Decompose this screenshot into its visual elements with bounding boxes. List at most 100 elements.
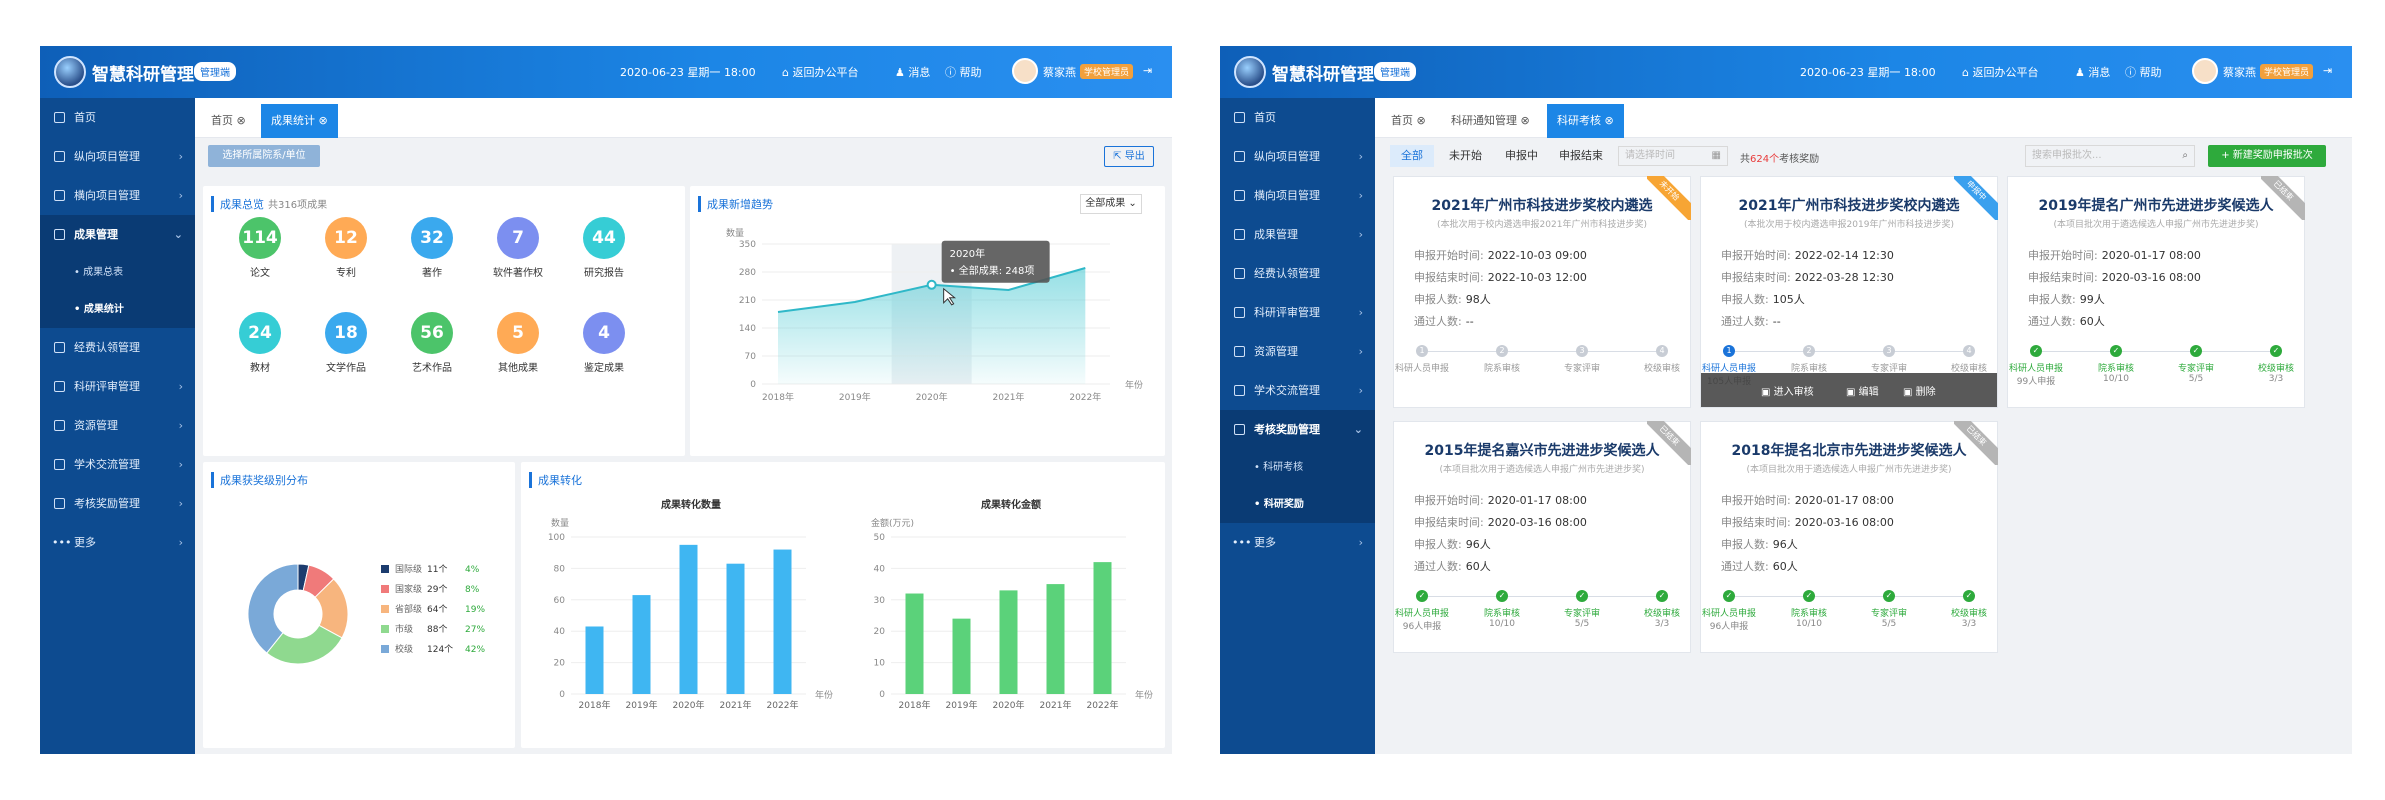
sidebar-item-vertical[interactable]: 纵向项目管理 › xyxy=(1220,137,1375,176)
overview-label: 鉴定成果 xyxy=(584,363,624,374)
sidebar-subitem-award[interactable]: • 科研奖励 xyxy=(1220,486,1375,523)
x-tick-label: 2021年 xyxy=(720,699,752,711)
help-button[interactable]: ⓘ 帮助 xyxy=(2125,64,2162,80)
sidebar-subitem-summary[interactable]: • 成果总表 xyxy=(40,254,195,291)
logout-icon[interactable]: ⇥ xyxy=(1143,64,1152,77)
tab-review[interactable]: 科研考核 ⊗ xyxy=(1547,104,1624,138)
sidebar-item-vertical[interactable]: 纵向项目管理 › xyxy=(40,137,195,176)
legend-pct: 4% xyxy=(465,565,480,575)
edit-button[interactable]: ▣ 编辑 xyxy=(1846,383,1879,398)
user-name: 蔡家燕 xyxy=(1043,66,1076,79)
sidebar-item-resources[interactable]: 资源管理 › xyxy=(1220,332,1375,371)
close-icon[interactable]: ⊗ xyxy=(1605,114,1614,127)
more-icon: ••• xyxy=(52,536,72,549)
sidebar-item-assessment[interactable]: 考核奖励管理 ⌄ xyxy=(1220,410,1375,449)
close-icon[interactable]: ⊗ xyxy=(1521,114,1530,127)
time-picker[interactable]: 请选择时间 ▦ xyxy=(1618,146,1728,166)
delete-button[interactable]: ▣ 删除 xyxy=(1903,383,1936,398)
top-header: 智慧科研管理 管理端 2020-06-23 星期一 18:00 ⌂ 返回办公平台… xyxy=(40,46,1172,98)
overview-count-circle[interactable]: 4 xyxy=(583,312,625,354)
award-batch-card[interactable]: 未开始 2021年广州市科技进步奖校内遴选 (本批次用于校内遴选申报2021年广州市… xyxy=(1393,176,1691,408)
messages-button[interactable]: ♟ 消息 xyxy=(2075,64,2110,80)
sidebar-item-horizontal[interactable]: 横向项目管理 › xyxy=(1220,176,1375,215)
sidebar-item-academic[interactable]: 学术交流管理 › xyxy=(1220,371,1375,410)
card-field-applicants: 申报人数: 99人 xyxy=(2028,291,2105,307)
card-field-passed: 通过人数: 60人 xyxy=(2028,313,2105,329)
avatar[interactable] xyxy=(2192,58,2218,84)
trophy-icon xyxy=(54,229,65,240)
legend-name: 省部级 xyxy=(395,603,422,615)
overview-count-circle[interactable]: 44 xyxy=(583,217,625,259)
card-title: 2021年广州市科技进步奖校内遴选 xyxy=(1738,198,1960,214)
sidebar-subitem-assessment[interactable]: • 科研考核 xyxy=(1220,449,1375,486)
return-link[interactable]: ⌂ 返回办公平台 xyxy=(782,64,858,80)
field-label: 通过人数: xyxy=(1721,315,1769,328)
overview-count-circle[interactable]: 7 xyxy=(497,217,539,259)
vip-badge: 学校管理员 xyxy=(2260,64,2314,79)
filter-not-started[interactable]: 未开始 xyxy=(1438,145,1493,167)
x-tick-label: 2019年 xyxy=(839,391,871,403)
step-label: 科研人员申报 xyxy=(1394,609,1449,619)
filter-applying[interactable]: 申报中 xyxy=(1494,145,1549,167)
logout-icon[interactable]: ⇥ xyxy=(2323,64,2332,77)
return-link[interactable]: ⌂ 返回办公平台 xyxy=(1962,64,2038,80)
step-dot: 1 xyxy=(1416,345,1428,357)
overview-count-circle[interactable]: 24 xyxy=(239,312,281,354)
sidebar-item-home[interactable]: 首页 xyxy=(1220,98,1375,137)
filter-all[interactable]: 全部 xyxy=(1390,145,1434,167)
overview-count-circle[interactable]: 32 xyxy=(411,217,453,259)
tab-notice[interactable]: 科研通知管理 ⊗ xyxy=(1441,104,1540,138)
sidebar-item-review[interactable]: 科研评审管理 › xyxy=(40,367,195,406)
overview-count-circle[interactable]: 5 xyxy=(497,312,539,354)
bar xyxy=(632,595,651,694)
sidebar-item-achievements[interactable]: 成果管理 ⌄ xyxy=(40,215,195,254)
select-dept-button[interactable]: 选择所属院系/单位 xyxy=(208,145,320,167)
chevron-down-icon: ⌄ xyxy=(1353,423,1363,436)
card-title: 2018年提名北京市先进进步奖候选人 xyxy=(1731,443,1967,459)
export-button[interactable]: ⇱ 导出 xyxy=(1104,146,1154,167)
sidebar-item-funds[interactable]: 经费认领管理 xyxy=(40,328,195,367)
overview-count-circle[interactable]: 18 xyxy=(325,312,367,354)
tab-stats[interactable]: 成果统计 ⊗ xyxy=(261,104,338,138)
new-batch-button[interactable]: + 新建奖励申报批次 xyxy=(2208,145,2326,167)
filter-ended[interactable]: 申报结束 xyxy=(1548,145,1614,167)
sidebar-item-academic[interactable]: 学术交流管理 › xyxy=(40,445,195,484)
enter-review-button[interactable]: ▣ 进入审核 xyxy=(1761,383,1814,398)
x-tick-label: 2020年 xyxy=(993,699,1025,711)
overview-count-circle[interactable]: 114 xyxy=(239,217,281,259)
award-batch-card[interactable]: 已结束 2018年提名北京市先进进步奖候选人 (本项目批次用于遴选候选人申报广州市先… xyxy=(1700,421,1998,653)
award-batch-card[interactable]: 申报中 2021年广州市科技进步奖校内遴选 (本批次用于校内遴选申报2019年广州市… xyxy=(1700,176,1998,408)
sidebar-item-home[interactable]: 首页 xyxy=(40,98,195,137)
sidebar-item-resources[interactable]: 资源管理 › xyxy=(40,406,195,445)
close-icon[interactable]: ⊗ xyxy=(319,114,328,127)
chevron-right-icon: › xyxy=(1358,228,1363,241)
progress-line xyxy=(1729,351,1969,352)
card-field-passed: 通过人数: -- xyxy=(1721,313,1781,329)
help-button[interactable]: ⓘ 帮助 xyxy=(945,64,982,80)
close-icon[interactable]: ⊗ xyxy=(237,114,246,127)
y-tick-label: 0 xyxy=(559,690,565,700)
field-label: 申报结束时间: xyxy=(1414,271,1484,284)
close-icon[interactable]: ⊗ xyxy=(1417,114,1426,127)
award-batch-card[interactable]: 已结束 2019年提名广州市先进进步奖候选人 (本项目批次用于遴选候选人申报广州市先… xyxy=(2007,176,2305,408)
overview-count-circle[interactable]: 56 xyxy=(411,312,453,354)
trend-filter-select[interactable]: 全部成果 ⌄ xyxy=(1080,194,1142,214)
sidebar-item-horizontal[interactable]: 横向项目管理 › xyxy=(40,176,195,215)
award-batch-card[interactable]: 已结束 2015年提名嘉兴市先进进步奖候选人 (本项目批次用于遴选候选人申报广州市先… xyxy=(1393,421,1691,653)
messages-button[interactable]: ♟ 消息 xyxy=(895,64,930,80)
sidebar-item-review[interactable]: 科研评审管理 › xyxy=(1220,293,1375,332)
step-dot: ✓ xyxy=(2030,345,2042,357)
avatar[interactable] xyxy=(1012,58,1038,84)
bar xyxy=(999,590,1018,694)
overview-count-circle[interactable]: 12 xyxy=(325,217,367,259)
sidebar-item-assessment[interactable]: 考核奖励管理 › xyxy=(40,484,195,523)
tab-home[interactable]: 首页 ⊗ xyxy=(201,104,256,138)
search-input[interactable]: 搜索申报批次... ⌕ xyxy=(2025,145,2195,167)
tab-home[interactable]: 首页 ⊗ xyxy=(1381,104,1436,138)
sidebar-item-more[interactable]: ••• 更多 › xyxy=(40,523,195,562)
sidebar-item-achievements[interactable]: 成果管理 › xyxy=(1220,215,1375,254)
sidebar-item-funds[interactable]: 经费认领管理 xyxy=(1220,254,1375,293)
review-icon xyxy=(54,381,65,392)
sidebar-subitem-stats[interactable]: • 成果统计 xyxy=(40,291,195,328)
sidebar-item-more[interactable]: ••• 更多 › xyxy=(1220,523,1375,562)
